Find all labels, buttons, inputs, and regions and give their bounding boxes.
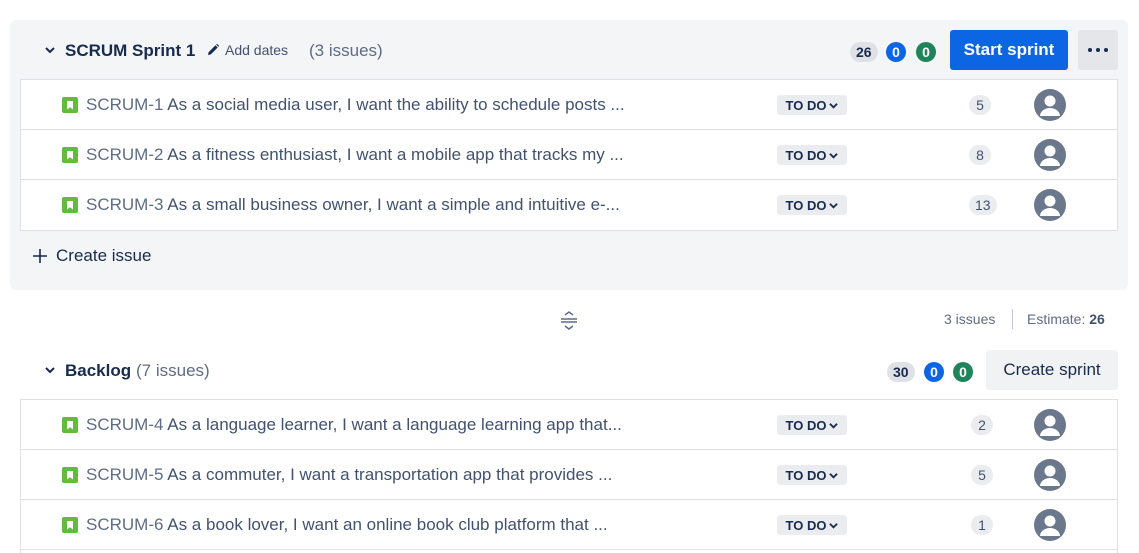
sprint-issues-summary: 3 issues [944, 311, 996, 327]
resize-handle-icon[interactable] [559, 310, 579, 330]
create-issue-label: Create issue [56, 246, 152, 265]
issue-title[interactable]: SCRUM-3 As a small business owner, I wan… [86, 195, 620, 215]
avatar[interactable] [1034, 139, 1066, 171]
status-dropdown[interactable]: TO DO [777, 465, 847, 485]
story-icon [62, 417, 78, 433]
done-badge: 0 [916, 42, 936, 62]
story-points-badge[interactable]: 1 [971, 515, 993, 535]
story-points-badge[interactable]: 5 [969, 95, 991, 115]
sprint-title[interactable]: SCRUM Sprint 1 [65, 41, 195, 61]
issue-key: SCRUM-3 [86, 195, 164, 214]
avatar[interactable] [1034, 409, 1066, 441]
create-issue-button[interactable]: Create issue [32, 246, 151, 266]
chevron-down-icon [829, 522, 839, 529]
pencil-icon [208, 43, 220, 55]
issue-key: SCRUM-4 [86, 415, 164, 434]
story-icon [62, 517, 78, 533]
sprint-header: SCRUM Sprint 1 Add dates (3 issues) 26 0… [10, 20, 1128, 80]
story-points-badge[interactable]: 8 [969, 145, 991, 165]
issue-key: SCRUM-2 [86, 145, 164, 164]
chevron-down-icon[interactable] [45, 365, 55, 375]
chevron-down-icon [829, 472, 839, 479]
in-progress-badge: 0 [886, 42, 906, 62]
story-points-badge[interactable]: 13 [969, 195, 997, 215]
more-horizontal-icon [1088, 48, 1092, 52]
issue-summary: As a language learner, I want a language… [167, 415, 622, 434]
issue-row[interactable]: SCRUM-3 As a small business owner, I wan… [21, 180, 1117, 230]
status-dropdown[interactable]: TO DO [777, 145, 847, 165]
backlog-title[interactable]: Backlog [65, 361, 131, 381]
status-dropdown[interactable]: TO DO [777, 195, 847, 215]
in-progress-badge: 0 [924, 362, 944, 382]
status-label: TO DO [785, 517, 827, 533]
issue-key: SCRUM-1 [86, 95, 164, 114]
status-label: TO DO [785, 97, 827, 113]
points-total-badge: 26 [850, 42, 878, 62]
estimate-summary: Estimate: 26 [1027, 311, 1105, 327]
divider [1012, 309, 1013, 329]
dot [1096, 48, 1100, 52]
story-icon [62, 467, 78, 483]
status-label: TO DO [785, 197, 827, 213]
chevron-down-icon[interactable] [45, 45, 55, 55]
status-label: TO DO [785, 467, 827, 483]
issue-key: SCRUM-6 [86, 515, 164, 534]
issue-title[interactable]: SCRUM-4 As a language learner, I want a … [86, 415, 622, 435]
issue-title[interactable]: SCRUM-2 As a fitness enthusiast, I want … [86, 145, 624, 165]
done-badge: 0 [953, 362, 973, 382]
avatar[interactable] [1034, 509, 1066, 541]
chevron-down-icon [829, 152, 839, 159]
start-sprint-button[interactable]: Start sprint [950, 30, 1068, 70]
more-options-button[interactable] [1078, 30, 1118, 70]
issue-summary: As a fitness enthusiast, I want a mobile… [167, 145, 624, 164]
status-label: TO DO [785, 147, 827, 163]
backlog-issue-list: SCRUM-4 As a language learner, I want a … [20, 399, 1118, 553]
issue-summary: As a book lover, I want an online book c… [167, 515, 608, 534]
issue-row[interactable]: SCRUM-4 As a language learner, I want a … [21, 400, 1117, 450]
issue-title[interactable]: SCRUM-5 As a commuter, I want a transpor… [86, 465, 612, 485]
issue-summary: As a commuter, I want a transportation a… [167, 465, 613, 484]
story-icon [62, 97, 78, 113]
story-icon [62, 197, 78, 213]
chevron-down-icon [829, 102, 839, 109]
create-sprint-button[interactable]: Create sprint [986, 350, 1118, 390]
status-dropdown[interactable]: TO DO [777, 515, 847, 535]
issue-key: SCRUM-5 [86, 465, 164, 484]
sprint-container: SCRUM Sprint 1 Add dates (3 issues) 26 0… [10, 20, 1128, 290]
issue-row[interactable]: SCRUM-2 As a fitness enthusiast, I want … [21, 130, 1117, 180]
issue-summary: As a small business owner, I want a simp… [167, 195, 620, 214]
chevron-down-icon [829, 202, 839, 209]
story-points-badge[interactable]: 2 [971, 415, 993, 435]
issue-row[interactable]: SCRUM-1 As a social media user, I want t… [21, 80, 1117, 130]
avatar[interactable] [1034, 89, 1066, 121]
story-icon [62, 147, 78, 163]
avatar[interactable] [1034, 459, 1066, 491]
avatar[interactable] [1034, 189, 1066, 221]
issue-row[interactable]: SCRUM-5 As a commuter, I want a transpor… [21, 450, 1117, 500]
estimate-value: 26 [1089, 311, 1105, 327]
status-label: TO DO [785, 417, 827, 433]
issue-row[interactable]: SCRUM-6 As a book lover, I want an onlin… [21, 500, 1117, 550]
story-points-badge[interactable]: 5 [971, 465, 993, 485]
chevron-down-icon [829, 422, 839, 429]
plus-icon [33, 249, 47, 263]
status-dropdown[interactable]: TO DO [777, 415, 847, 435]
sprint-issue-list: SCRUM-1 As a social media user, I want t… [20, 79, 1118, 231]
status-dropdown[interactable]: TO DO [777, 95, 847, 115]
estimate-label: Estimate: [1027, 311, 1086, 327]
add-dates-button[interactable]: Add dates [206, 40, 288, 60]
add-dates-label: Add dates [225, 42, 289, 58]
issue-title[interactable]: SCRUM-6 As a book lover, I want an onlin… [86, 515, 608, 535]
dot [1104, 48, 1108, 52]
points-total-badge: 30 [887, 362, 915, 382]
issue-summary: As a social media user, I want the abili… [167, 95, 625, 114]
backlog-issue-count: (7 issues) [136, 361, 210, 380]
sprint-issue-count: (3 issues) [309, 41, 383, 60]
issue-title[interactable]: SCRUM-1 As a social media user, I want t… [86, 95, 625, 115]
